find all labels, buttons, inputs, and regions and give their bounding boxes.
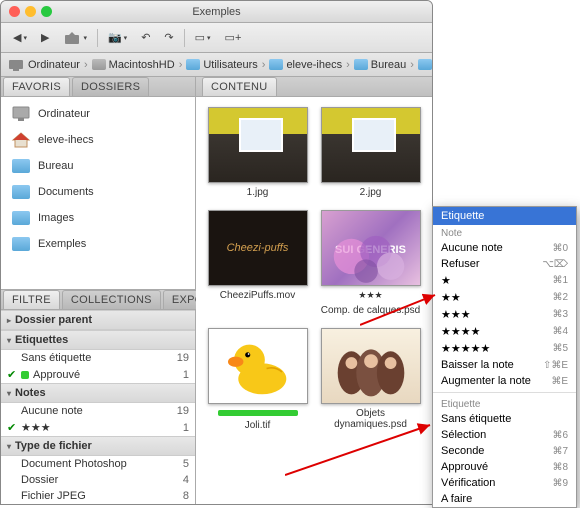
tab-collections[interactable]: COLLECTIONS <box>62 290 161 309</box>
chevron-right-icon: › <box>262 59 266 71</box>
close-window-button[interactable] <box>9 6 20 17</box>
rotate-cw-button[interactable]: ↷ <box>160 29 177 46</box>
fav-ordinateur[interactable]: Ordinateur <box>1 101 195 127</box>
menu-verification[interactable]: Vérification⌘9 <box>433 475 576 491</box>
filter-jpeg[interactable]: Fichier JPEG8 <box>1 488 195 504</box>
menu-refuser[interactable]: Refuser⌥⌦ <box>433 256 576 272</box>
fav-exemples[interactable]: Exemples <box>1 231 195 257</box>
thumb-2jpg[interactable]: 2.jpg <box>319 107 422 198</box>
crumb-macintoshhd[interactable]: MacintoshHD <box>92 59 175 71</box>
menu-separator <box>433 392 576 393</box>
zoom-window-button[interactable] <box>41 6 52 17</box>
window-title: Exemples <box>192 6 240 18</box>
chevron-right-icon: › <box>410 59 414 71</box>
crumb-eleve-ihecs[interactable]: eleve-ihecs <box>269 59 342 71</box>
menu-baisser[interactable]: Baisser la note⇧⌘E <box>433 357 576 373</box>
thumbnail-image <box>321 107 421 183</box>
reveal-button[interactable]: ▾ <box>59 28 91 48</box>
menu-star-4[interactable]: ★★★★⌘4 <box>433 323 576 340</box>
fav-documents[interactable]: Documents <box>1 179 195 205</box>
filter-aucune-note[interactable]: Aucune note19 <box>1 403 195 419</box>
thumbnail-image: SUI GENERIS <box>321 210 421 286</box>
menu-approuve[interactable]: Approuvé⌘8 <box>433 459 576 475</box>
thumb-joli[interactable]: Joli.tif <box>206 328 309 431</box>
fav-bureau[interactable]: Bureau <box>1 153 195 179</box>
content-tabs: CONTENU <box>196 77 432 97</box>
thumbnails-grid: 1.jpg 2.jpg Cheezi-puffs CheeziPuffs.mov… <box>196 97 432 504</box>
fav-images[interactable]: Images <box>1 205 195 231</box>
chevron-right-icon: › <box>84 59 88 71</box>
back-button[interactable]: ◀▾ <box>9 29 31 46</box>
crumb-utilisateurs[interactable]: Utilisateurs <box>186 59 257 71</box>
approved-label-bar <box>218 410 298 416</box>
thumbnail-image: Cheezi-puffs <box>208 210 308 286</box>
menu-selection[interactable]: Sélection⌘6 <box>433 427 576 443</box>
thumbnail-image <box>321 328 421 404</box>
filter-three-stars[interactable]: ✔★★★1 <box>1 419 195 436</box>
tab-dossiers[interactable]: DOSSIERS <box>72 77 149 96</box>
context-menu-etiquette: Etiquette Note Aucune note⌘0 Refuser⌥⌦ ★… <box>432 206 577 508</box>
thumbnail-image <box>208 328 308 404</box>
filter-notes-header[interactable]: ▾Notes <box>1 383 195 403</box>
filter-type-fichier-header[interactable]: ▾Type de fichier <box>1 436 195 456</box>
crumb-bureau[interactable]: Bureau <box>354 59 406 71</box>
sidebar-tabs: FAVORIS DOSSIERS <box>1 77 195 97</box>
menu-star-1[interactable]: ★⌘1 <box>433 272 576 289</box>
menu-star-5[interactable]: ★★★★★⌘5 <box>433 340 576 357</box>
minimize-window-button[interactable] <box>25 6 36 17</box>
filter-sans-etiquette[interactable]: Sans étiquette19 <box>1 350 195 366</box>
chevron-right-icon: › <box>346 59 350 71</box>
menu-header: Etiquette <box>433 207 576 225</box>
favorites-list: Ordinateur eleve-ihecs Bureau Documents … <box>1 97 195 289</box>
thumb-cheezipuffs[interactable]: Cheezi-puffs CheeziPuffs.mov <box>206 210 309 316</box>
filter-dossier[interactable]: Dossier4 <box>1 472 195 488</box>
folder-icon <box>11 235 31 253</box>
menu-section-note: Note <box>433 225 576 240</box>
menu-aucune-note[interactable]: Aucune note⌘0 <box>433 240 576 256</box>
breadcrumb: Ordinateur › MacintoshHD › Utilisateurs … <box>1 53 432 77</box>
computer-icon <box>11 105 31 123</box>
toolbar: ◀▾ ▶ ▾ 📷▾ ↶ ↷ ▭▾ ▭+ <box>1 23 432 53</box>
crumb-ordinateur[interactable]: Ordinateur <box>7 57 80 73</box>
fav-eleve-ihecs[interactable]: eleve-ihecs <box>1 127 195 153</box>
rotate-ccw-button[interactable]: ↶ <box>137 29 154 46</box>
folder-icon <box>11 209 31 227</box>
filter-tabs: FILTRE COLLECTIONS EXPORTER ▤ <box>1 290 195 310</box>
home-icon <box>11 131 31 149</box>
filter-etiquettes-header[interactable]: ▾Etiquettes <box>1 330 195 350</box>
menu-a-faire[interactable]: A faire <box>433 491 576 507</box>
tab-favoris[interactable]: FAVORIS <box>3 77 70 96</box>
thumbnail-image <box>208 107 308 183</box>
chevron-right-icon: › <box>179 59 183 71</box>
titlebar: Exemples <box>1 1 432 23</box>
folder-icon <box>11 183 31 201</box>
crumb-exemples[interactable]: Exemples <box>418 59 432 71</box>
menu-sans-etiquette[interactable]: Sans étiquette <box>433 411 576 427</box>
rating-stars: ★★★ <box>358 290 382 301</box>
open-button[interactable]: ▭▾ <box>191 29 215 46</box>
thumb-1jpg[interactable]: 1.jpg <box>206 107 309 198</box>
thumb-objets-dynamiques[interactable]: Objets dynamiques.psd <box>319 328 422 431</box>
filter-dossier-parent[interactable]: ▸Dossier parent <box>1 310 195 330</box>
menu-seconde[interactable]: Seconde⌘7 <box>433 443 576 459</box>
tab-contenu[interactable]: CONTENU <box>202 77 277 96</box>
menu-star-3[interactable]: ★★★⌘3 <box>433 306 576 323</box>
folder-icon <box>11 157 31 175</box>
filter-doc-ps[interactable]: Document Photoshop5 <box>1 456 195 472</box>
tab-filtre[interactable]: FILTRE <box>3 290 60 309</box>
forward-button[interactable]: ▶ <box>37 29 53 46</box>
thumb-comp-calques[interactable]: SUI GENERIS ★★★ Comp. de calques.psd <box>319 210 422 316</box>
menu-augmenter[interactable]: Augmenter la note⌘E <box>433 373 576 389</box>
menu-star-2[interactable]: ★★⌘2 <box>433 289 576 306</box>
favorite-button[interactable]: 📷▾ <box>104 29 131 46</box>
new-button[interactable]: ▭+ <box>221 29 246 46</box>
menu-section-etiquette: Etiquette <box>433 396 576 411</box>
filter-approuve[interactable]: ✔Approuvé1 <box>1 366 195 383</box>
